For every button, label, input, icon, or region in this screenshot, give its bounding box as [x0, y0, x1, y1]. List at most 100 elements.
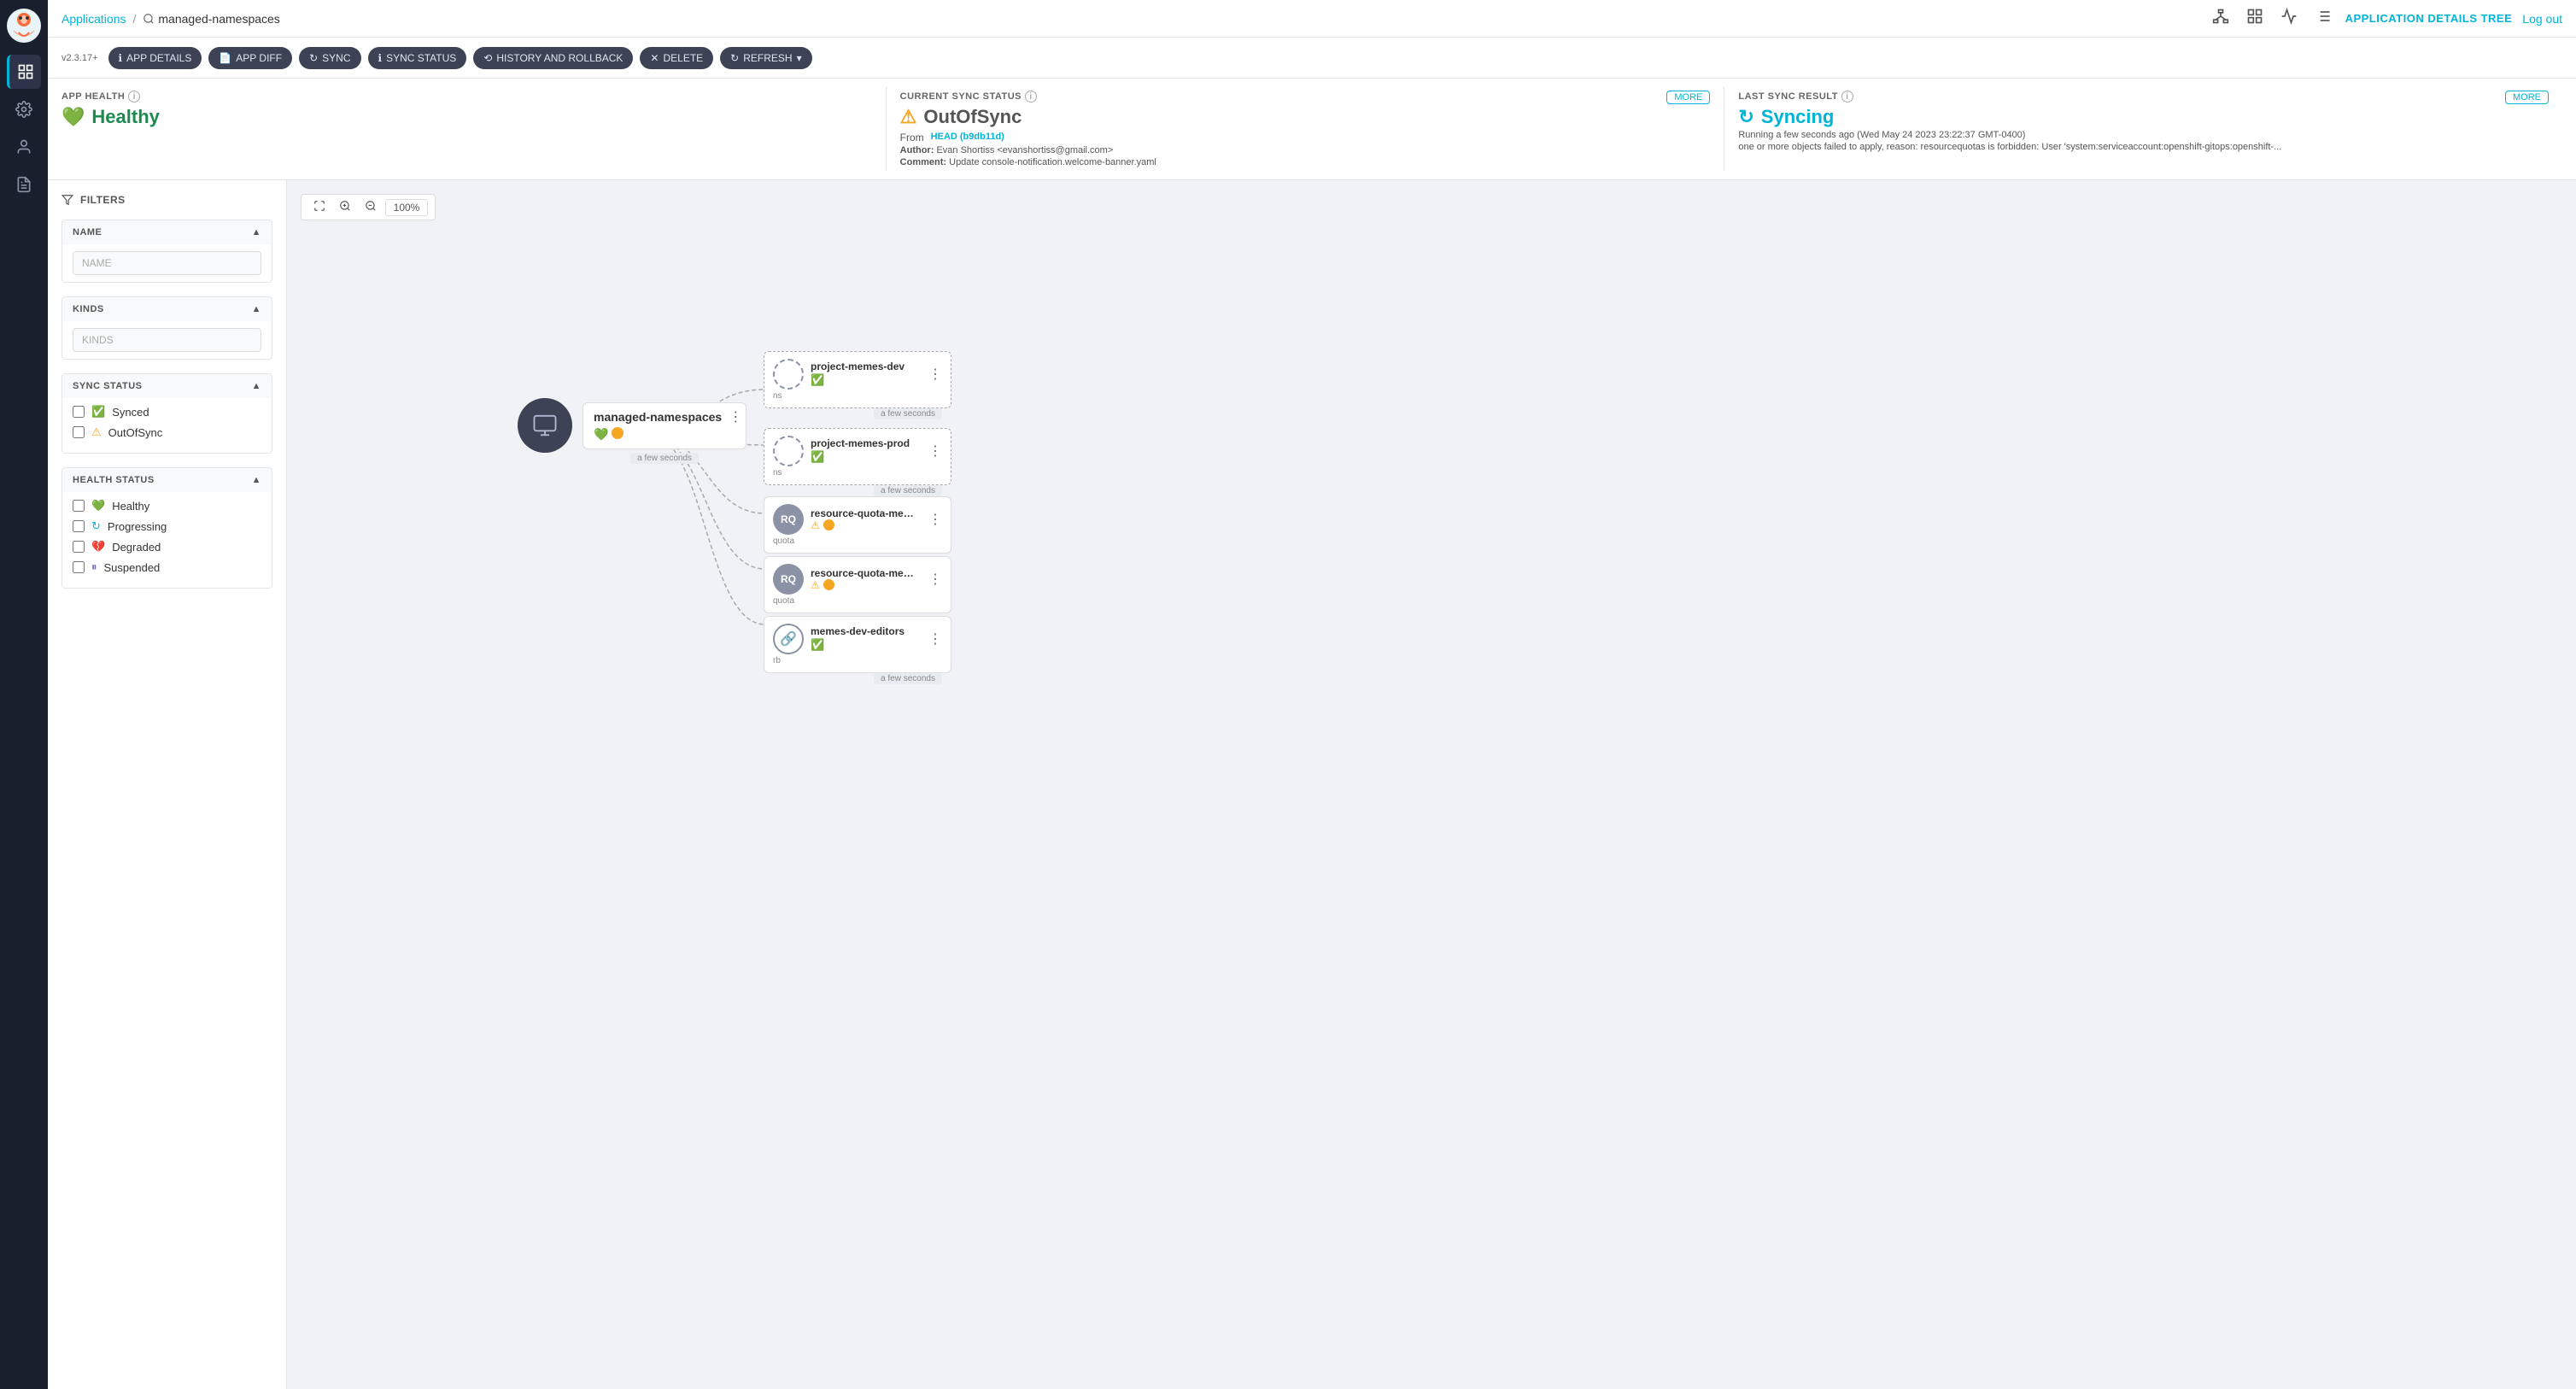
ns-avatar-2 [773, 436, 804, 466]
node-menu-btn-3[interactable]: ⋮ [928, 511, 942, 528]
sync-button[interactable]: ↻ SYNC [299, 47, 360, 69]
outofsync-filter-icon: ⚠ [91, 425, 102, 439]
root-node-menu-btn[interactable]: ⋮ [729, 408, 742, 425]
name-filter-section: NAME ▲ [61, 220, 272, 283]
progressing-checkbox[interactable] [73, 520, 85, 532]
node-health-5: ✅ [811, 638, 824, 651]
suspended-filter-item[interactable]: ⏸ Suspended [73, 560, 261, 574]
name-filter-input[interactable] [73, 251, 261, 275]
rq-avatar-2: RQ [773, 564, 804, 595]
sidebar-item-apps[interactable] [7, 55, 41, 89]
graph-zoom-out-btn[interactable] [360, 198, 382, 216]
node-type-1: ns [773, 391, 942, 401]
last-sync-more-btn[interactable]: MORE [2505, 91, 2549, 104]
app-details-icon: ℹ [119, 52, 123, 64]
sync-from-info: From HEAD (b9db11d) [900, 132, 1711, 144]
root-node-card: managed-namespaces 💚 ⋮ a few seconds [583, 402, 746, 449]
app-diff-button[interactable]: 📄 APP DIFF [208, 47, 292, 69]
app-diff-icon: 📄 [219, 52, 231, 64]
suspended-checkbox[interactable] [73, 561, 85, 573]
node-health-1: ✅ [811, 373, 824, 386]
kinds-filter-input[interactable] [73, 328, 261, 352]
history-button[interactable]: ⟲ HISTORY AND ROLLBACK [473, 47, 633, 69]
name-filter-header[interactable]: NAME ▲ [62, 220, 272, 244]
graph-zoom-in-btn[interactable] [334, 198, 356, 216]
graph-fullscreen-btn[interactable] [308, 198, 331, 216]
progressing-filter-item[interactable]: ↻ Progressing [73, 519, 261, 533]
last-sync-value: ↻ Syncing [1738, 106, 2549, 128]
health-status-filter-header[interactable]: HEALTH STATUS ▲ [62, 468, 272, 492]
healthy-filter-item[interactable]: 💚 Healthy [73, 499, 261, 513]
healthy-checkbox[interactable] [73, 500, 85, 512]
kinds-filter-header[interactable]: KINDS ▲ [62, 297, 272, 321]
synced-checkbox[interactable] [73, 406, 85, 418]
node-type-5: rb [773, 656, 942, 665]
root-node: managed-namespaces 💚 ⋮ a few seconds [518, 398, 746, 453]
outofsync-filter-item[interactable]: ⚠ OutOfSync [73, 425, 261, 439]
tree-view-btn[interactable] [2277, 4, 2301, 32]
action-toolbar: v2.3.17+ ℹ APP DETAILS 📄 APP DIFF ↻ SYNC… [48, 38, 2576, 79]
node-rq-1: RQ resource-quota-memory-cpu ⚠ ⋮ quota [764, 496, 951, 554]
last-sync-info-icon[interactable]: i [1841, 91, 1853, 103]
node-memes-dev-editors: 🔗 memes-dev-editors ✅ ⋮ rb a few seconds [764, 616, 951, 673]
version-badge: v2.3.17+ [61, 53, 98, 63]
graph-area: 100% [287, 180, 2576, 1389]
node-time-2: a few seconds [874, 485, 942, 496]
current-sync-more-btn[interactable]: MORE [1666, 91, 1710, 104]
kinds-filter-label: KINDS [73, 304, 104, 314]
current-sync-info-icon[interactable]: i [1025, 91, 1037, 103]
degraded-filter-item[interactable]: 💔 Degraded [73, 540, 261, 554]
syncing-icon: ↻ [1738, 106, 1753, 128]
name-filter-chevron: ▲ [252, 227, 261, 237]
from-ref[interactable]: HEAD (b9db11d) [931, 132, 1004, 144]
breadcrumb-apps-link[interactable]: Applications [61, 12, 126, 26]
sync-status-filter-label: SYNC STATUS [73, 381, 143, 391]
sync-comment: Comment: Update console-notification.wel… [900, 157, 1711, 167]
synced-filter-item[interactable]: ✅ Synced [73, 405, 261, 419]
sync-status-filter-header[interactable]: SYNC STATUS ▲ [62, 374, 272, 398]
current-sync-value: ⚠ OutOfSync [900, 106, 1711, 128]
sidebar-item-settings[interactable] [7, 92, 41, 126]
node-header: project-memes-prod ✅ ⋮ [773, 436, 942, 466]
node-info: project-memes-prod ✅ [811, 437, 922, 465]
degraded-checkbox[interactable] [73, 541, 85, 553]
network-view-btn[interactable] [2209, 4, 2233, 32]
node-time-1: a few seconds [874, 408, 942, 419]
progressing-filter-label: Progressing [108, 520, 167, 533]
logout-button[interactable]: Log out [2522, 12, 2562, 26]
refresh-button[interactable]: ↻ REFRESH ▾ [720, 47, 811, 69]
history-label: HISTORY AND ROLLBACK [496, 52, 623, 64]
content-area: FILTERS NAME ▲ KINDS ▲ [48, 180, 2576, 1389]
syncing-text: Syncing [1761, 106, 1835, 128]
sync-label: SYNC [322, 52, 350, 64]
sync-status-button[interactable]: ℹ SYNC STATUS [368, 47, 467, 69]
delete-button[interactable]: ✕ DELETE [640, 47, 713, 69]
zoom-level: 100% [385, 199, 428, 216]
node-menu-btn-2[interactable]: ⋮ [928, 442, 942, 460]
node-menu-btn-4[interactable]: ⋮ [928, 571, 942, 588]
outofsync-checkbox[interactable] [73, 426, 85, 438]
kinds-filter-chevron: ▲ [252, 304, 261, 314]
app-details-button[interactable]: ℹ APP DETAILS [108, 47, 202, 69]
node-info: project-memes-dev ✅ [811, 360, 922, 388]
graph-connections [287, 180, 2576, 1389]
app-health-info-icon[interactable]: i [128, 91, 140, 103]
suspended-filter-icon: ⏸ [91, 560, 97, 574]
degraded-filter-label: Degraded [112, 541, 161, 554]
sync-status-icon: ℹ [378, 52, 383, 64]
node-menu-btn-1[interactable]: ⋮ [928, 366, 942, 383]
current-sync-label: CURRENT SYNC STATUS i [900, 91, 1667, 103]
breadcrumb: Applications / managed-namespaces [61, 12, 280, 26]
app-health-value: 💚 Healthy [61, 106, 872, 128]
node-header: RQ resource-quota-memory-cpu ⚠ ⋮ [773, 564, 942, 595]
node-menu-btn-5[interactable]: ⋮ [928, 630, 942, 648]
kinds-filter-section: KINDS ▲ [61, 296, 272, 360]
graph-toolbar: 100% [301, 194, 436, 220]
grid-view-btn[interactable] [2243, 4, 2267, 32]
breadcrumb-current-app: managed-namespaces [143, 12, 279, 26]
list-view-btn[interactable] [2311, 4, 2335, 32]
ns-avatar-1 [773, 359, 804, 390]
sidebar-item-user[interactable] [7, 130, 41, 164]
sidebar-item-docs[interactable] [7, 167, 41, 202]
refresh-dropdown-icon: ▾ [797, 52, 802, 64]
